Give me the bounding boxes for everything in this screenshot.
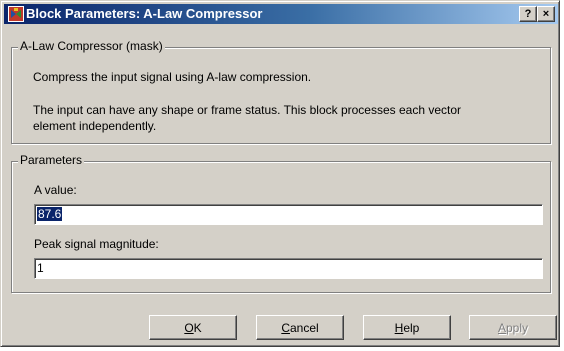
a-value-text: 87.6 — [37, 207, 63, 221]
question-mark-icon: ? — [524, 8, 532, 20]
peak-signal-magnitude-text: 1 — [37, 261, 44, 275]
cancel-button[interactable]: Cancel — [256, 315, 344, 340]
description-line-1: Compress the input signal using A-law co… — [33, 70, 312, 84]
close-icon: × — [542, 8, 550, 20]
help-title-button[interactable]: ? — [519, 6, 537, 22]
help-button-label: Help — [394, 320, 420, 335]
ok-button-label: OK — [184, 320, 202, 335]
window-title: Block Parameters: A-Law Compressor — [26, 6, 263, 21]
a-value-field[interactable]: 87.6 — [34, 204, 543, 225]
parameters-legend: Parameters — [18, 153, 85, 167]
apply-button[interactable]: Apply — [469, 315, 557, 340]
title-bar[interactable]: Block Parameters: A-Law Compressor ? × — [4, 4, 558, 24]
a-value-label: A value: — [34, 183, 77, 197]
peak-signal-magnitude-field[interactable]: 1 — [34, 258, 543, 279]
cancel-button-label: Cancel — [281, 320, 319, 335]
ok-button[interactable]: OK — [149, 315, 237, 340]
description-legend: A-Law Compressor (mask) — [18, 39, 165, 53]
help-button[interactable]: Help — [363, 315, 451, 340]
description-line-2: The input can have any shape or frame st… — [33, 103, 462, 117]
dialog-window: Block Parameters: A-Law Compressor ? × A… — [0, 0, 560, 347]
close-button[interactable]: × — [537, 6, 555, 22]
description-line-3: element independently. — [33, 119, 157, 133]
apply-button-label: Apply — [497, 320, 529, 335]
peak-signal-magnitude-label: Peak signal magnitude: — [34, 237, 159, 251]
simulink-block-icon — [8, 6, 24, 22]
